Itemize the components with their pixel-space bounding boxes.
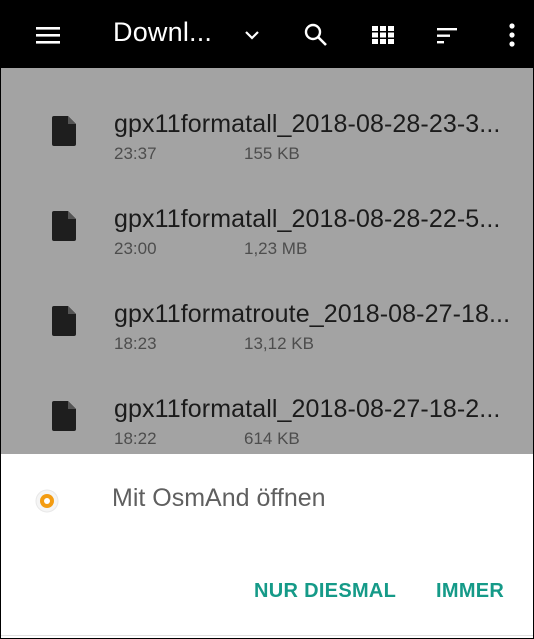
dialog-title: Mit OsmAnd öffnen (112, 484, 326, 512)
file-icon (52, 401, 76, 431)
file-size: 155 KB (244, 144, 300, 163)
just-once-button[interactable]: NUR DIESMAL (254, 580, 396, 603)
file-list: gpx11formatall_2018-08-28-23-3... 23:37 … (1, 68, 533, 454)
file-time: 23:00 (114, 239, 157, 258)
sort-icon[interactable] (431, 1, 465, 68)
list-item[interactable]: gpx11formatall_2018-08-28-22-5... 23:00 … (1, 163, 533, 258)
more-vertical-icon[interactable] (501, 1, 523, 68)
always-button[interactable]: IMMER (436, 580, 504, 603)
file-icon (52, 306, 76, 336)
file-size: 1,23 MB (244, 239, 308, 258)
file-icon (52, 211, 76, 241)
file-time: 23:37 (114, 144, 157, 163)
file-name: gpx11formatall_2018-08-27-18-2... (114, 395, 501, 423)
file-name: gpx11formatall_2018-08-28-23-3... (114, 110, 501, 138)
file-time: 18:23 (114, 334, 157, 353)
divider (1, 635, 533, 636)
chevron-down-icon[interactable] (239, 1, 265, 68)
toolbar-title[interactable]: Downl... (113, 17, 212, 48)
search-icon[interactable] (299, 1, 333, 68)
screen: Downl... gpx11formatall_2018-08-28-23-3.… (0, 0, 534, 639)
file-size: 614 KB (244, 429, 300, 448)
list-item[interactable]: gpx11formatroute_2018-08-27-18... 18:23 … (1, 258, 533, 353)
file-name: gpx11formatroute_2018-08-27-18... (114, 300, 511, 328)
file-name: gpx11formatall_2018-08-28-22-5... (114, 205, 501, 233)
osmand-app-icon (35, 489, 59, 513)
list-item[interactable]: gpx11formatall_2018-08-27-18-2... 18:22 … (1, 353, 533, 448)
file-size: 13,12 KB (244, 334, 314, 353)
hamburger-menu-icon[interactable] (27, 1, 69, 68)
file-icon (52, 116, 76, 146)
file-time: 18:22 (114, 429, 157, 448)
open-with-dialog: Mit OsmAnd öffnen NUR DIESMAL IMMER (1, 454, 533, 638)
app-toolbar: Downl... (1, 1, 533, 68)
list-item[interactable]: gpx11formatall_2018-08-28-23-3... 23:37 … (1, 68, 533, 163)
grid-view-icon[interactable] (366, 1, 400, 68)
